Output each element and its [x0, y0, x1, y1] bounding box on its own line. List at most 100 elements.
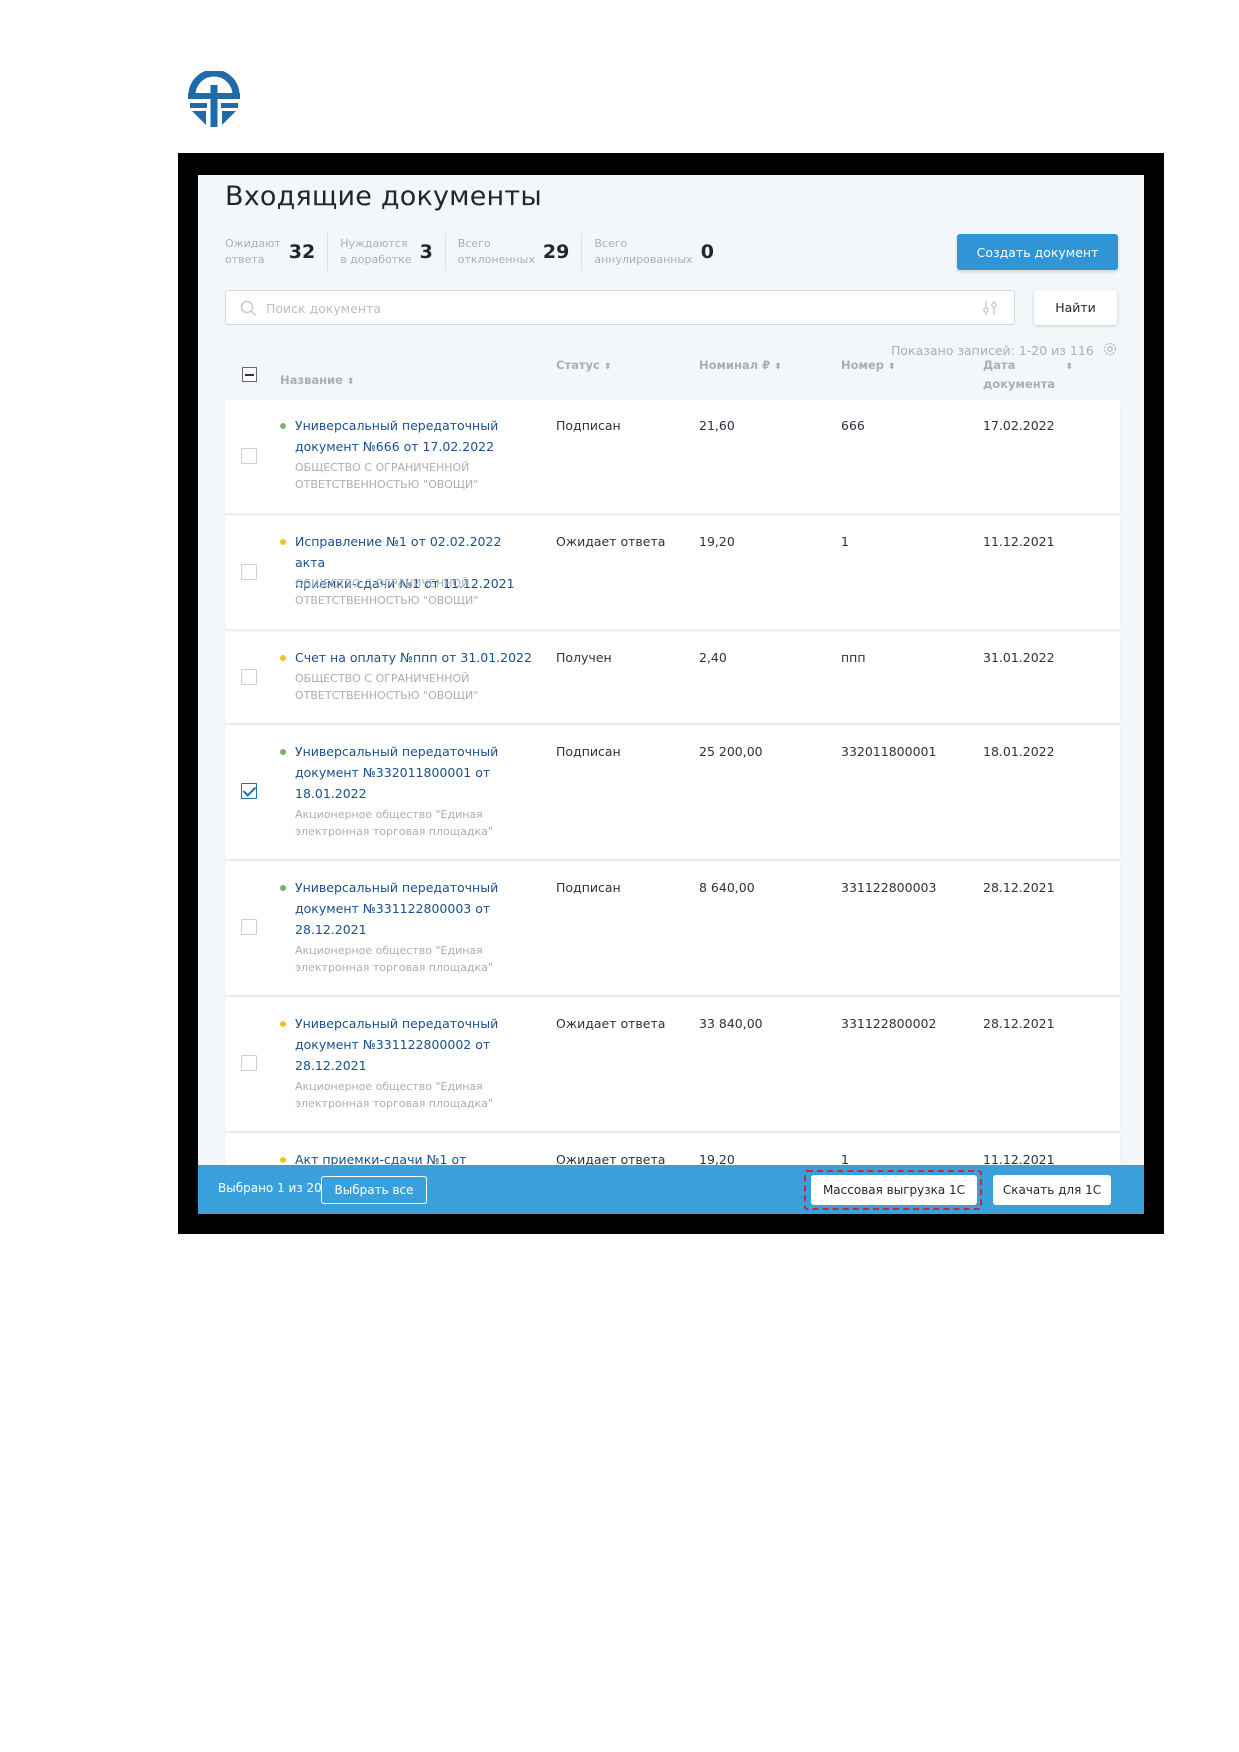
- counterparty-name: ОБЩЕСТВО С ОГРАНИЧЕННОЙ ОТВЕТСТВЕННОСТЬЮ …: [295, 461, 479, 491]
- table-header: Название ⬍ Статус ⬍ Номинал ₽ ⬍ Номер ⬍ Дата…: [225, 357, 1120, 397]
- counterparty-name: ОБЩЕСТВО С ОГРАНИЧЕННОЙ ОТВЕТСТВЕННОСТЬЮ …: [295, 577, 479, 607]
- document-link[interactable]: Счет на оплату №ппп от 31.01.2022: [295, 647, 535, 668]
- stat-value: 0: [700, 241, 714, 263]
- document-link[interactable]: Универсальный передаточный документ №3311…: [295, 877, 535, 940]
- number-cell: 666: [841, 418, 865, 433]
- sort-icon: ⬍: [887, 362, 896, 372]
- status-cell: Ожидает ответа: [556, 534, 666, 549]
- nominal-cell: 21,60: [699, 418, 735, 433]
- column-header-status[interactable]: Статус ⬍: [556, 357, 611, 376]
- date-cell: 28.12.2021: [983, 880, 1055, 895]
- stat-value: 3: [419, 241, 433, 263]
- row-checkbox[interactable]: [241, 448, 257, 464]
- search-icon: [240, 300, 256, 316]
- column-header-nominal[interactable]: Номинал ₽ ⬍: [699, 357, 782, 376]
- mass-export-1c-button[interactable]: Массовая выгрузка 1С: [811, 1175, 977, 1205]
- number-cell: 331122800002: [841, 1016, 937, 1031]
- table-row[interactable]: Универсальный передаточный документ №666 …: [225, 400, 1120, 513]
- select-all-checkbox[interactable]: [242, 367, 257, 382]
- column-header-date[interactable]: Дата ⬍ документа: [983, 357, 1073, 393]
- status-cell: Подписан: [556, 880, 621, 895]
- document-link[interactable]: Универсальный передаточный документ №3311…: [295, 1013, 535, 1076]
- counterparty-name: Акционерное общество "Единая электронная …: [295, 944, 493, 974]
- column-label: Название: [280, 373, 343, 387]
- status-dot: [280, 1021, 286, 1027]
- column-header-number[interactable]: Номер ⬍: [841, 357, 896, 376]
- search-input[interactable]: [266, 298, 956, 318]
- table-row[interactable]: Универсальный передаточный документ №3311…: [225, 862, 1120, 995]
- counterparty-name: Акционерное общество "Единая электронная …: [295, 808, 493, 838]
- company-logo-icon: [188, 71, 240, 127]
- document-link[interactable]: Универсальный передаточный документ №666 …: [295, 415, 535, 457]
- number-cell: ппп: [841, 650, 866, 665]
- status-cell: Получен: [556, 650, 612, 665]
- documents-table: Универсальный передаточный документ №666 …: [225, 400, 1120, 1214]
- stat-label: Всего аннулированных: [594, 237, 693, 266]
- stat-needs-revision[interactable]: Нуждаются в доработке 3: [340, 233, 446, 271]
- date-cell: 31.01.2022: [983, 650, 1055, 665]
- document-link[interactable]: Универсальный передаточный документ №3320…: [295, 741, 535, 804]
- records-count: Показано записей: 1-20 из 116: [891, 343, 1094, 358]
- gear-icon[interactable]: [1102, 341, 1118, 357]
- nominal-cell: 19,20: [699, 534, 735, 549]
- app-screen: Входящие документы Ожидают ответа 32 Нуж…: [198, 175, 1144, 1214]
- status-cell: Подписан: [556, 418, 621, 433]
- sort-icon: ⬍: [346, 377, 355, 387]
- sort-icon: ⬍: [603, 362, 612, 372]
- sort-icon: ⬍: [1065, 362, 1073, 372]
- nominal-cell: 33 840,00: [699, 1016, 763, 1031]
- nominal-cell: 8 640,00: [699, 880, 755, 895]
- page-title: Входящие документы: [225, 181, 542, 212]
- stat-rejected[interactable]: Всего отклоненных 29: [458, 233, 583, 271]
- stat-value: 29: [542, 241, 570, 263]
- table-row[interactable]: Счет на оплату №ппп от 31.01.2022 ОБЩЕСТ…: [225, 632, 1120, 723]
- status-dot: [280, 655, 286, 661]
- date-cell: 11.12.2021: [983, 534, 1055, 549]
- column-label: Номинал ₽: [699, 358, 771, 372]
- status-dot: [280, 749, 286, 755]
- row-checkbox[interactable]: [241, 669, 257, 685]
- table-row[interactable]: Универсальный передаточный документ №3320…: [225, 726, 1120, 859]
- nominal-cell: 25 200,00: [699, 744, 763, 759]
- select-all-button[interactable]: Выбрать все: [321, 1176, 427, 1204]
- status-dot: [280, 423, 286, 429]
- selection-action-bar: Выбрано 1 из 20 Выбрать все Массовая выг…: [198, 1165, 1144, 1214]
- find-button[interactable]: Найти: [1034, 290, 1117, 325]
- stats-bar: Ожидают ответа 32 Нуждаются в доработке …: [225, 233, 738, 271]
- create-document-button[interactable]: Создать документ: [957, 234, 1118, 270]
- search-box: [225, 290, 1015, 325]
- download-1c-button[interactable]: Скачать для 1С: [993, 1175, 1111, 1205]
- status-dot: [280, 539, 286, 545]
- stat-awaiting-response[interactable]: Ожидают ответа 32: [225, 233, 329, 271]
- nominal-cell: 2,40: [699, 650, 727, 665]
- counterparty-name: ОБЩЕСТВО С ОГРАНИЧЕННОЙ ОТВЕТСТВЕННОСТЬЮ …: [295, 672, 479, 702]
- stat-label: Нуждаются в доработке: [340, 237, 412, 266]
- table-row[interactable]: Универсальный передаточный документ №3311…: [225, 998, 1120, 1131]
- number-cell: 1: [841, 534, 849, 549]
- date-cell: 28.12.2021: [983, 1016, 1055, 1031]
- date-cell: 18.01.2022: [983, 744, 1055, 759]
- counterparty-name: Акционерное общество "Единая электронная …: [295, 1080, 493, 1110]
- row-checkbox[interactable]: [241, 564, 257, 580]
- row-checkbox[interactable]: [241, 1055, 257, 1071]
- sort-icon: ⬍: [774, 362, 782, 372]
- number-cell: 332011800001: [841, 744, 937, 759]
- status-cell: Ожидает ответа: [556, 1016, 666, 1031]
- column-header-name[interactable]: Название ⬍: [280, 372, 354, 391]
- column-label: документа: [983, 377, 1056, 391]
- stat-label: Всего отклоненных: [457, 237, 535, 266]
- column-label: Номер: [841, 358, 884, 372]
- status-cell: Подписан: [556, 744, 621, 759]
- table-row[interactable]: Исправление №1 от 02.02.2022 акта приемки…: [225, 516, 1120, 629]
- number-cell: 331122800003: [841, 880, 937, 895]
- selection-count: Выбрано 1 из 20: [218, 1181, 322, 1195]
- row-checkbox[interactable]: [241, 919, 257, 935]
- stat-annulled[interactable]: Всего аннулированных 0: [594, 233, 726, 271]
- column-label: Статус: [556, 358, 600, 372]
- status-dot: [280, 885, 286, 891]
- filter-settings-icon[interactable]: [981, 299, 999, 317]
- status-dot: [280, 1157, 286, 1163]
- row-checkbox-checked[interactable]: [241, 783, 257, 799]
- stat-label: Ожидают ответа: [225, 237, 281, 266]
- stat-value: 32: [288, 241, 316, 263]
